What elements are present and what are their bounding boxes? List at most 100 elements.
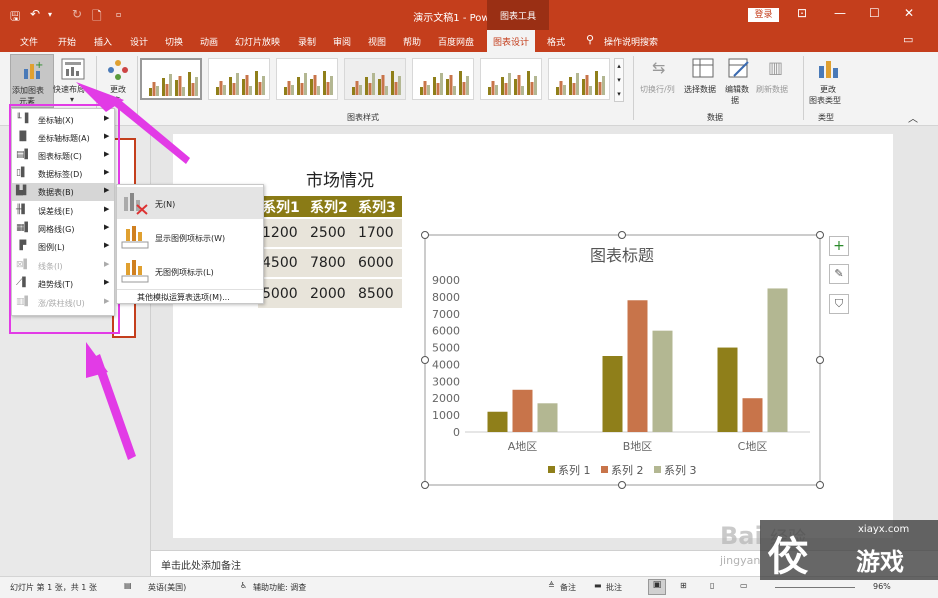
edit-data-button[interactable]: 编辑数 据 (723, 54, 755, 108)
submenu-item-no-legend-keys[interactable]: 无图例项标示(L) (117, 255, 263, 287)
notes-toggle[interactable]: 备注 (560, 582, 576, 593)
maximize-icon[interactable]: ☐ (869, 6, 880, 20)
comments-icon[interactable]: ▭ (903, 33, 913, 46)
preview-bar (178, 76, 182, 96)
table-header: 系列1 (258, 196, 306, 218)
chart-elements-plus-button[interactable]: + (829, 236, 849, 256)
market-table[interactable]: 系列1 系列2 系列3 1200 2500 1700 4500 7800 600… (258, 196, 402, 308)
bar[interactable] (767, 288, 788, 432)
tab-chart-design[interactable]: 图表设计 (487, 30, 536, 52)
table-cell: 1200 (258, 217, 306, 248)
tab-file[interactable]: 文件 (20, 35, 38, 48)
preview-bar (175, 80, 178, 96)
add-chart-element-button[interactable]: + 添加图表 元素 (10, 54, 54, 108)
tab-home[interactable]: 开始 (58, 35, 76, 48)
legend-label[interactable]: 系列 1 (558, 463, 591, 477)
bar-chart[interactable]: 图表标题 0 1000 2000 3000 4000 5000 6000 7000 8000 90… (420, 230, 826, 492)
preview-bar (255, 71, 258, 95)
ribbon-separator (803, 56, 804, 120)
resize-handle[interactable] (618, 231, 626, 239)
accessibility-status[interactable]: 辅助功能: 调查 (253, 582, 306, 593)
preview-bar (165, 84, 169, 96)
bar[interactable] (602, 356, 623, 432)
tab-format[interactable]: 格式 (547, 35, 565, 48)
preview-bar (449, 75, 453, 95)
switch-row-column-button[interactable]: ⇆ 切换行/列 (640, 54, 682, 108)
minimize-icon[interactable]: — (834, 6, 846, 20)
preview-bar (287, 81, 291, 95)
zoom-slider[interactable] (775, 587, 855, 588)
preview-bar (258, 82, 262, 95)
tab-view[interactable]: 视图 (368, 35, 386, 48)
table-header: 系列2 (306, 196, 354, 218)
bar[interactable] (537, 403, 558, 432)
spell-check-icon[interactable]: ▤ (124, 581, 132, 590)
tab-transitions[interactable]: 切换 (165, 35, 183, 48)
accessibility-icon: ♿ (240, 581, 248, 590)
chart-style-3[interactable] (276, 58, 338, 100)
tab-design[interactable]: 设计 (130, 35, 148, 48)
submenu-item-show-legend-keys[interactable]: 显示图例项标示(W) (117, 221, 263, 253)
submenu-item-more-options[interactable]: 其他模拟运算表选项(M)... (117, 289, 263, 303)
refresh-data-icon: ▥ (768, 58, 784, 77)
tab-record[interactable]: 录制 (298, 35, 316, 48)
tab-baidu-netdisk[interactable]: 百度网盘 (438, 35, 474, 48)
table-title[interactable]: 市场情况 (290, 166, 390, 191)
bar[interactable] (742, 398, 763, 432)
chart-styles-brush-button[interactable]: ✎ (829, 264, 849, 284)
reading-view-icon[interactable]: ▯ (710, 581, 714, 590)
select-data-button[interactable]: 选择数据 (684, 54, 722, 108)
bar[interactable] (652, 330, 673, 432)
refresh-data-button[interactable]: ▥ 刷新数据 (756, 54, 796, 108)
login-button[interactable]: 登录 (748, 8, 779, 22)
bar[interactable] (717, 347, 738, 432)
bar[interactable] (487, 411, 508, 432)
tab-slideshow[interactable]: 幻灯片放映 (235, 35, 280, 48)
chart-style-2[interactable] (208, 58, 270, 100)
slide-sorter-icon[interactable]: ⊞ (680, 581, 687, 590)
preview-bar (304, 73, 307, 95)
tab-help[interactable]: 帮助 (403, 35, 421, 48)
data-group-label: 数据 (707, 113, 723, 122)
bar[interactable] (627, 300, 648, 432)
chart-style-5[interactable] (412, 58, 474, 100)
quick-layout-button[interactable]: 快速布局 ▾ (53, 54, 91, 108)
preview-bar (352, 87, 355, 95)
chart-style-1[interactable] (140, 58, 202, 100)
chart-style-4[interactable] (344, 58, 406, 100)
slideshow-icon[interactable]: ▭ (740, 581, 748, 590)
y-tick-label: 7000 (432, 308, 460, 321)
collapse-ribbon-icon[interactable]: ︿ (908, 110, 918, 125)
submenu-item-none[interactable]: 无(N) (117, 187, 263, 219)
resize-handle[interactable] (618, 481, 626, 489)
zoom-level[interactable]: 96% (873, 582, 891, 591)
change-colors-button[interactable]: 更改 颜色 (100, 54, 136, 108)
data-table-legend-icon (121, 226, 149, 249)
tab-animations[interactable]: 动画 (200, 35, 218, 48)
change-chart-type-button[interactable]: 更改 图表类型 (806, 54, 850, 108)
preview-bar (563, 85, 566, 95)
resize-handle[interactable] (816, 481, 824, 489)
comments-toggle[interactable]: 批注 (606, 582, 622, 593)
resize-handle[interactable] (816, 356, 824, 364)
legend-label[interactable]: 系列 2 (611, 463, 644, 477)
bar[interactable] (512, 389, 533, 432)
language-indicator[interactable]: 英语(美国) (148, 582, 186, 593)
resize-handle[interactable] (421, 356, 429, 364)
chart-style-7[interactable] (548, 58, 610, 100)
resize-handle[interactable] (421, 231, 429, 239)
chart-title[interactable]: 图表标题 (590, 246, 654, 265)
preview-bar (372, 73, 375, 95)
resize-handle[interactable] (421, 481, 429, 489)
tell-me-search[interactable]: 操作说明搜索 (604, 35, 658, 48)
tab-review[interactable]: 审阅 (333, 35, 351, 48)
chart-filter-button[interactable]: ⛉ (829, 294, 849, 314)
legend-label[interactable]: 系列 3 (664, 463, 697, 477)
styles-scroll[interactable]: ▴ ▾ ▾ (614, 58, 624, 102)
normal-view-icon[interactable]: ▣ (648, 579, 666, 595)
resize-handle[interactable] (816, 231, 824, 239)
tab-insert[interactable]: 插入 (94, 35, 112, 48)
close-icon[interactable]: ✕ (904, 6, 914, 20)
ribbon-display-icon[interactable]: ⊡ (797, 6, 807, 20)
chart-style-6[interactable] (480, 58, 542, 100)
